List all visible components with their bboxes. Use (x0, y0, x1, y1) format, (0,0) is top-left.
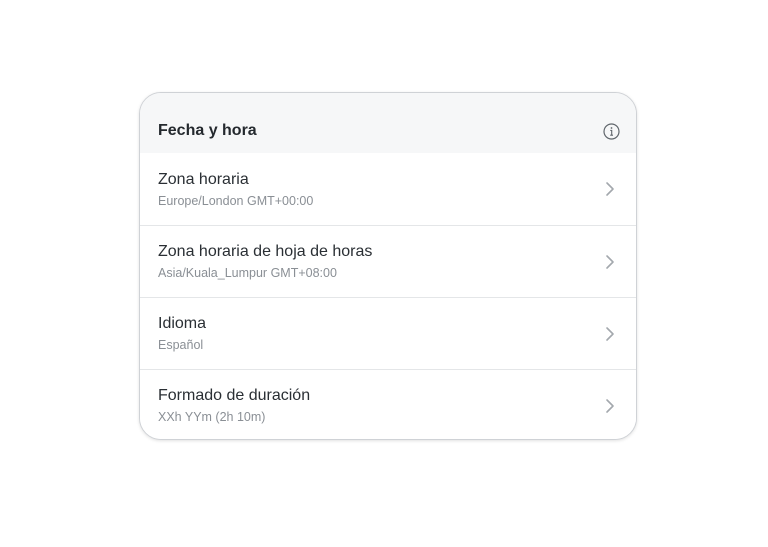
setting-row-time-zone[interactable]: Zona horaria Europe/London GMT+00:00 (140, 153, 636, 225)
chevron-right-icon (604, 398, 616, 414)
setting-label: Formado de duración (158, 387, 311, 404)
setting-label: Zona horaria de hoja de horas (158, 243, 373, 260)
setting-value: Europe/London GMT+00:00 (158, 193, 314, 208)
setting-value: Español (158, 338, 204, 352)
chevron-right-icon (604, 326, 616, 342)
setting-row-duration-format[interactable]: Formado de duración XXh YYm (2h 10m) (140, 369, 636, 439)
setting-row-language[interactable]: Idioma Español (140, 297, 636, 369)
setting-label: Idioma (158, 315, 207, 332)
chevron-right-icon (604, 254, 616, 270)
setting-label: Zona horaria (158, 170, 249, 188)
setting-value: Asia/Kuala_Lumpur GMT+08:00 (158, 266, 337, 280)
info-icon[interactable] (603, 122, 620, 140)
setting-row-timesheet-time-zone[interactable]: Zona horaria de hoja de horas Asia/Kuala… (140, 225, 636, 297)
date-time-settings-card: Fecha y hora Zona horaria Europe/London … (139, 92, 637, 440)
card-title: Fecha y hora (158, 122, 257, 139)
card-header: Fecha y hora (140, 93, 636, 153)
chevron-right-icon (604, 181, 616, 197)
setting-value: XXh YYm (2h 10m) (158, 410, 266, 424)
